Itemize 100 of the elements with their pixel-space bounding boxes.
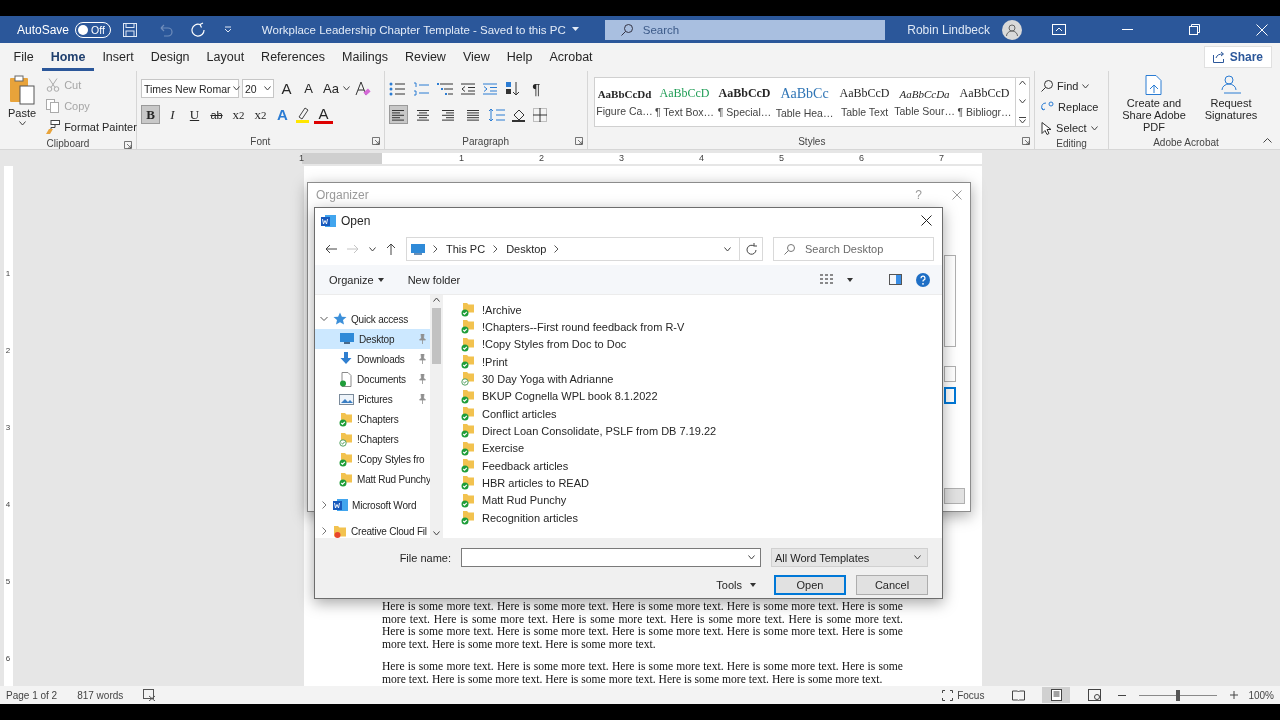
proofing-icon[interactable] [143, 689, 157, 701]
nav-item[interactable]: Documents [315, 369, 430, 389]
open-button[interactable]: Open [774, 575, 846, 595]
folder-item[interactable]: !Copy Styles from Doc to Doc [461, 335, 942, 353]
cancel-button[interactable]: Cancel [856, 575, 928, 595]
more-icon[interactable] [1018, 117, 1026, 124]
caret-icon[interactable] [369, 246, 376, 252]
ribbon-tab[interactable]: Help [498, 43, 541, 71]
grow-font-button[interactable]: A [277, 79, 296, 98]
ribbon-tab[interactable]: Design [142, 43, 199, 71]
shading-icon[interactable] [510, 107, 527, 122]
collapse-ribbon-icon[interactable] [1263, 138, 1272, 143]
style-item[interactable]: AaBbCc Table Hea… [774, 78, 835, 126]
format-button[interactable]: ab [207, 105, 226, 124]
ribbon-tab[interactable]: File [5, 43, 43, 71]
shrink-font-button[interactable]: A [299, 79, 318, 98]
search-field[interactable]: Search Desktop [773, 237, 934, 261]
search-field[interactable]: Search [604, 19, 885, 40]
folder-item[interactable]: Direct Loan Consolidate, PSLF from DB 7.19.22 [461, 422, 942, 440]
scrollbar-thumb[interactable] [432, 308, 441, 364]
chevron-right-icon[interactable] [320, 501, 328, 509]
list-box[interactable] [944, 255, 956, 347]
breadcrumb[interactable]: This PC [446, 243, 486, 255]
vertical-ruler[interactable]: 1 2 3 4 5 6 [3, 166, 13, 686]
ribbon-tab[interactable]: Acrobat [541, 43, 602, 71]
style-item[interactable]: AaBbCcDa Table Sour… [894, 78, 955, 126]
redo-icon[interactable] [190, 21, 206, 38]
ribbon-tab[interactable]: View [454, 43, 499, 71]
save-icon[interactable] [122, 22, 137, 37]
show-formatting-button[interactable]: ¶ [526, 79, 546, 98]
find-button[interactable]: Find [1039, 76, 1104, 96]
folder-item[interactable]: Feedback articles [461, 456, 942, 475]
sort-icon[interactable] [504, 81, 519, 96]
nav-item[interactable]: !Copy Styles fro [315, 449, 430, 469]
view-button[interactable] [1042, 687, 1071, 703]
style-item[interactable]: AaBbCcD ¶ Special… [714, 78, 775, 126]
ribbon-tab[interactable]: Insert [93, 43, 143, 71]
caret-icon[interactable] [571, 27, 579, 32]
nav-item[interactable]: Desktop [315, 329, 430, 349]
change-case-button[interactable]: Aa [321, 78, 352, 99]
up-icon[interactable] [386, 243, 396, 255]
font-name-field[interactable]: Times New Romar [141, 79, 239, 98]
folder-item[interactable]: Conflict articles [461, 404, 942, 423]
format-button[interactable]: U [185, 105, 204, 124]
scroll-down-icon[interactable] [433, 531, 440, 536]
bullets-icon[interactable] [388, 81, 405, 96]
launcher-icon[interactable] [124, 141, 132, 149]
ribbon-tab[interactable]: Review [396, 43, 455, 71]
font-color-button[interactable]: A [314, 105, 333, 124]
word-count[interactable]: 817 words [77, 689, 124, 701]
folder-item[interactable]: Recognition articles [461, 508, 942, 527]
style-item[interactable]: AaBbCcDd Figure Ca… [594, 78, 655, 126]
clear-formatting-icon[interactable] [354, 80, 371, 97]
folder-item[interactable]: !Chapters--First round feedback from R-V [461, 318, 942, 336]
nav-item[interactable]: Quick access [315, 309, 430, 329]
customize-icon[interactable] [223, 26, 232, 33]
preview-pane-icon[interactable] [889, 274, 902, 285]
nav-item[interactable]: Microsoft Word [315, 495, 430, 515]
back-icon[interactable] [325, 244, 337, 254]
zoom-in-icon[interactable] [1230, 691, 1239, 699]
format-button[interactable]: B [141, 105, 160, 124]
launcher-icon[interactable] [1022, 137, 1031, 145]
format-button[interactable]: I [163, 105, 182, 124]
launcher-icon[interactable] [574, 137, 583, 145]
slider-thumb[interactable] [1176, 689, 1181, 701]
request-signatures-button[interactable]: Request Signatures [1203, 73, 1259, 135]
ribbon-tab[interactable]: Layout [198, 43, 253, 71]
create-pdf-button[interactable]: Create and Share Adobe PDF [1113, 73, 1195, 135]
scrollbar[interactable] [430, 295, 443, 538]
nav-item[interactable]: Pictures [315, 389, 430, 409]
folder-item[interactable]: 30 Day Yoga with Adrianne [461, 370, 942, 388]
folder-item[interactable]: HBR articles to READ [461, 474, 942, 492]
ribbon-tab[interactable]: References [252, 43, 334, 71]
refresh-button[interactable] [740, 237, 763, 261]
borders-icon[interactable] [532, 107, 547, 122]
new-folder-button[interactable]: New folder [407, 273, 461, 286]
font-size-field[interactable]: 20 [242, 79, 274, 98]
zoom-level[interactable]: 100% [1248, 689, 1274, 701]
tools-menu[interactable]: Tools [716, 579, 756, 591]
close-icon[interactable] [921, 215, 932, 226]
style-item[interactable]: AaBbCcD Table Text [834, 78, 895, 126]
replace-button[interactable]: Replace [1039, 97, 1104, 117]
caret-icon[interactable] [847, 277, 853, 282]
launcher-icon[interactable] [371, 137, 380, 145]
view-options-icon[interactable] [820, 274, 833, 285]
dropdown-field[interactable] [944, 366, 956, 382]
help-icon[interactable] [916, 272, 930, 287]
focus-button[interactable]: Focus [942, 689, 985, 701]
multilevel-list-icon[interactable] [436, 81, 453, 96]
folder-item[interactable]: !Print [461, 353, 942, 371]
document-title[interactable]: Workplace Leadership Chapter Template - Saved to this PC [261, 23, 566, 36]
chevron-right-icon[interactable] [320, 527, 328, 535]
scroll-down-icon[interactable] [1018, 98, 1026, 104]
folder-item[interactable]: !Archive [461, 301, 942, 319]
increase-indent-icon[interactable] [482, 82, 497, 95]
book-icon[interactable] [1011, 689, 1025, 701]
align-button[interactable] [388, 105, 408, 124]
address-bar[interactable]: This PC Desktop [406, 237, 741, 261]
restore-icon[interactable] [1189, 24, 1200, 35]
scroll-up-icon[interactable] [1018, 80, 1026, 85]
